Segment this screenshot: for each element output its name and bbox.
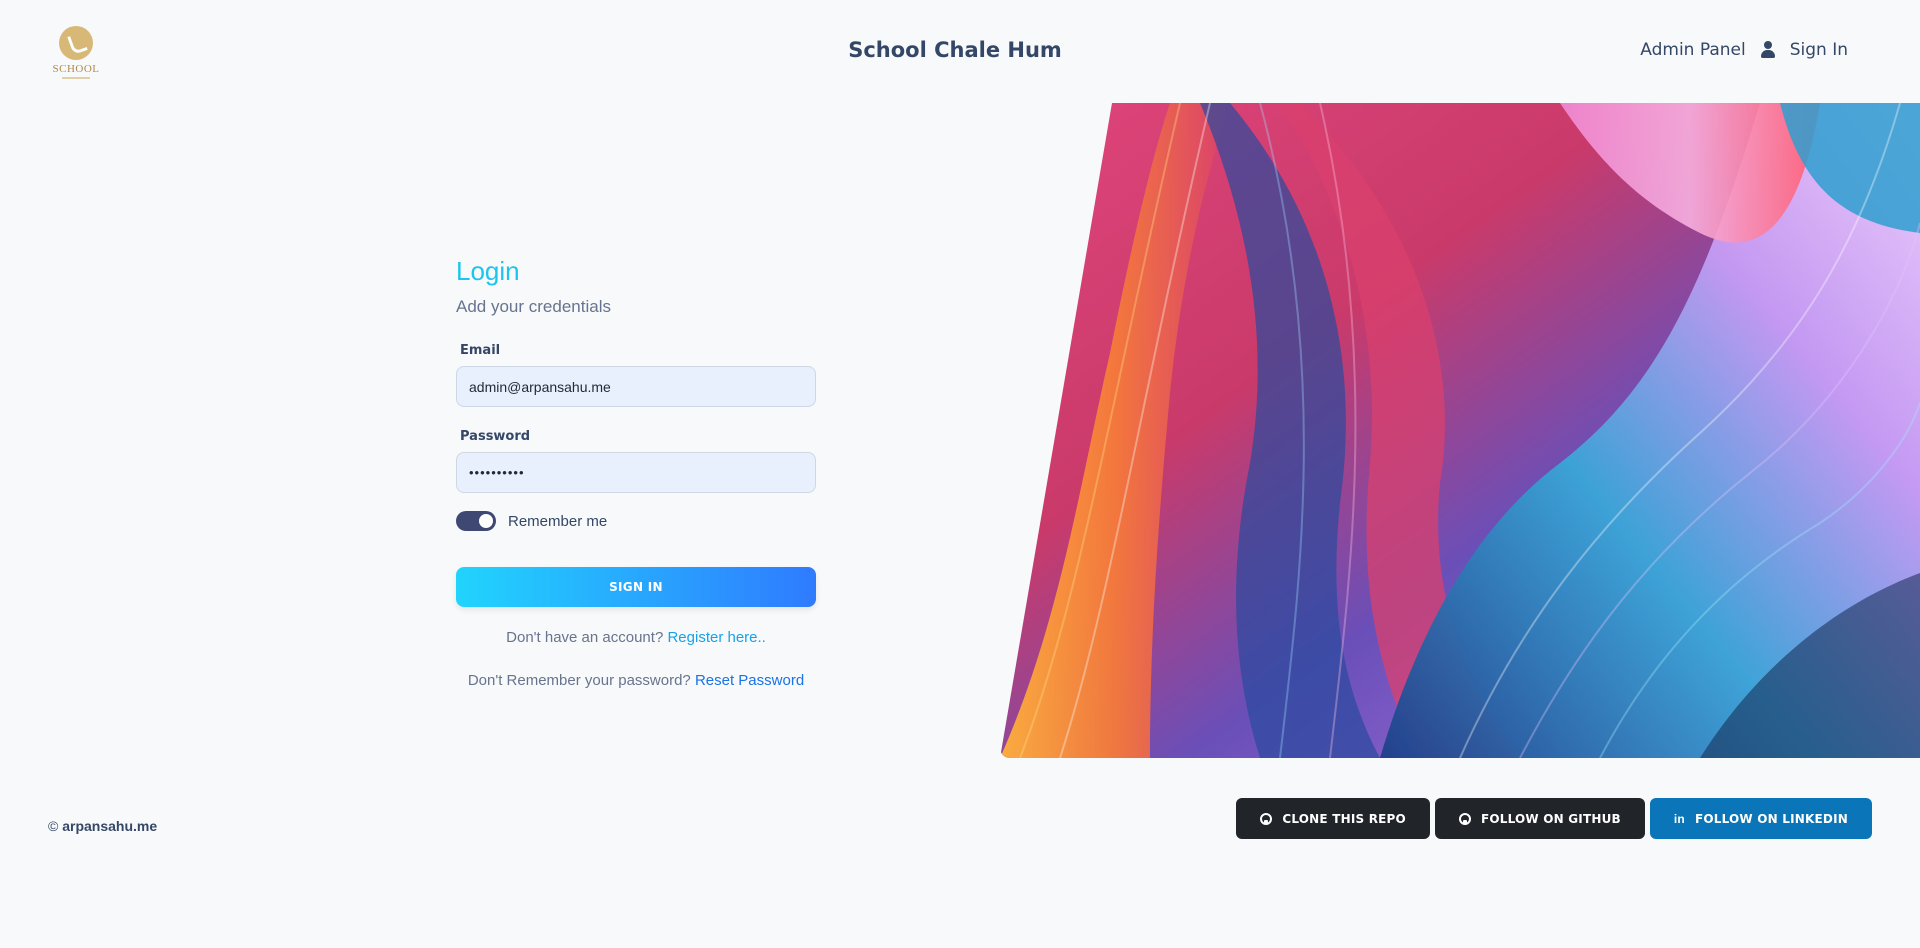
- footer-buttons: CLONE THIS REPO FOLLOW ON GITHUB in FOLL…: [1236, 798, 1872, 839]
- site-brand[interactable]: School Chale Hum: [0, 38, 1920, 62]
- clone-repo-label: CLONE THIS REPO: [1282, 811, 1406, 826]
- remember-me-row: Remember me: [456, 511, 816, 531]
- follow-linkedin-button[interactable]: in FOLLOW ON LINKEDIN: [1649, 798, 1872, 839]
- follow-github-button[interactable]: FOLLOW ON GITHUB: [1434, 798, 1645, 839]
- email-label: Email: [460, 343, 501, 358]
- register-line: Don't have an account? Register here..: [456, 629, 816, 646]
- email-value: admin@arpansahu.me: [469, 378, 611, 395]
- register-link[interactable]: Register here..: [667, 629, 765, 646]
- copyright-name[interactable]: arpansahu.me: [62, 818, 157, 834]
- copyright: © arpansahu.me: [48, 818, 157, 834]
- logo-text: SCHOOL: [52, 63, 100, 75]
- github-icon: [1260, 812, 1273, 825]
- follow-linkedin-label: FOLLOW ON LINKEDIN: [1694, 811, 1848, 826]
- logo-underline: [62, 77, 90, 79]
- reset-prompt: Don't Remember your password?: [467, 672, 691, 689]
- follow-github-label: FOLLOW ON GITHUB: [1480, 811, 1621, 826]
- nav-admin-panel[interactable]: Admin Panel: [1640, 40, 1745, 60]
- user-icon: [1760, 41, 1776, 59]
- login-page: SCHOOL School Chale Hum Admin Panel Sign…: [0, 0, 1920, 948]
- password-field[interactable]: ••••••••••: [456, 452, 816, 493]
- remember-me-label[interactable]: Remember me: [508, 513, 607, 530]
- register-prompt: Don't have an account?: [506, 629, 664, 646]
- login-form: Login Add your credentials Email admin@a…: [456, 256, 816, 689]
- login-title: Login: [456, 256, 520, 286]
- github-icon: [1458, 812, 1471, 825]
- password-label: Password: [460, 429, 531, 444]
- login-subtitle: Add your credentials: [456, 297, 611, 316]
- decorative-artwork: [1000, 103, 1920, 758]
- reset-line: Don't Remember your password? Reset Pass…: [456, 672, 816, 689]
- top-nav: Admin Panel Sign In: [1640, 40, 1848, 60]
- remember-me-toggle[interactable]: [456, 511, 496, 531]
- copyright-symbol: ©: [48, 818, 59, 834]
- password-value: ••••••••••: [469, 465, 525, 480]
- artwork-image: [1000, 103, 1920, 758]
- toggle-knob: [479, 514, 493, 528]
- reset-password-link[interactable]: Reset Password: [695, 672, 804, 689]
- clone-repo-button[interactable]: CLONE THIS REPO: [1236, 798, 1430, 839]
- linkedin-icon: in: [1673, 811, 1685, 826]
- email-field[interactable]: admin@arpansahu.me: [456, 366, 816, 407]
- nav-sign-in[interactable]: Sign In: [1790, 40, 1848, 60]
- sign-in-button[interactable]: SIGN IN: [456, 567, 816, 607]
